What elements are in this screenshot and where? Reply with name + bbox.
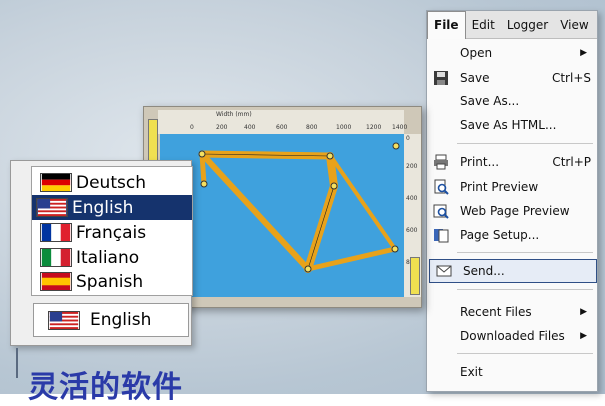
menu-item-label: Open [460,46,493,60]
x-tick-label: 400 [244,124,256,131]
menu-item-label: Save As... [460,94,520,108]
menu-item-print-preview[interactable]: Print Preview [427,176,597,198]
x-tick-label: 1200 [366,124,382,131]
list-item-francais[interactable]: Français [36,220,190,245]
language-list[interactable]: Deutsch English Français Italiano Spanis… [31,166,193,296]
flag-spain-icon [40,272,72,291]
language-label: Italiano [76,247,140,268]
menu-logger[interactable]: Logger [501,11,554,38]
menu-item-label: Downloaded Files [460,329,565,343]
print-icon [434,154,448,170]
menu-item-web-page-preview[interactable]: Web Page Preview [427,200,597,222]
divider [16,348,18,378]
x-tick-label: 800 [306,124,318,131]
list-item-italiano[interactable]: Italiano [36,245,190,270]
menubar: File Edit Logger View [427,10,597,39]
list-item-spanish[interactable]: Spanish [36,269,190,294]
language-label: English [72,197,134,218]
menu-separator [457,353,593,354]
menu-item-recent-files[interactable]: Recent Files ▶ [427,301,597,323]
submenu-arrow-icon: ▶ [580,331,587,341]
file-menu: File Edit Logger View Open ▶ Save Ctrl+S… [426,10,598,392]
list-item-english[interactable]: English [32,195,192,220]
menu-item-page-setup[interactable]: Page Setup... [427,224,597,246]
menu-edit[interactable]: Edit [466,11,501,38]
list-item-deutsch[interactable]: Deutsch [36,170,190,195]
x-tick-label: 600 [276,124,288,131]
shortcut-label: Ctrl+P [552,155,591,169]
language-label: Français [76,222,147,243]
left-axis-label-box [148,119,158,165]
seat-post [199,151,207,187]
y-tick-label: 600 [406,227,418,234]
submenu-arrow-icon: ▶ [580,307,587,317]
menu-separator [457,143,593,144]
menu-item-print[interactable]: Print... Ctrl+P [427,151,597,173]
ruler-label: Width (mm) [216,111,252,118]
flag-usa-icon [48,310,80,330]
flag-germany-icon [40,173,72,192]
drawing-canvas[interactable] [160,134,404,297]
menu-item-label: Print... [460,155,500,169]
menu-item-label: Save As HTML... [460,118,557,132]
web-preview-icon [433,204,449,219]
y-tick-label: 200 [406,163,418,170]
x-tick-label: 1400 [392,124,408,131]
x-tick-label: 200 [216,124,228,131]
y-tick-label: 0 [406,135,410,142]
menu-view[interactable]: View [554,11,594,38]
caption-text: 灵活的软件 [28,370,183,405]
seat-tube [199,151,311,272]
submenu-arrow-icon: ▶ [580,48,587,58]
language-label: Deutsch [76,172,146,193]
top-ruler: Width (mm) 0 200 400 600 800 1000 1200 1… [158,110,408,134]
menu-item-label: Exit [460,365,483,379]
print-preview-icon [434,179,449,195]
language-combo[interactable]: English [33,303,189,337]
menu-separator [457,289,593,290]
menu-item-save-as[interactable]: Save As... [427,90,597,112]
menu-separator [457,252,593,253]
language-label: Spanish [76,271,144,292]
menu-item-send[interactable]: Send... [429,259,597,283]
menu-file[interactable]: File [427,10,466,39]
right-axis-label-box [410,257,420,295]
send-icon [436,265,452,277]
bike-frame-drawing [198,142,400,273]
chain-stay [305,246,398,272]
menu-item-downloaded-files[interactable]: Downloaded Files ▶ [427,325,597,347]
menu-item-label: Recent Files [460,305,532,319]
page-setup-icon [434,229,449,243]
menu-item-label: Send... [463,264,505,278]
menu-item-exit[interactable]: Exit [427,361,597,383]
menu-item-label: Web Page Preview [460,204,570,218]
flag-italy-icon [40,248,72,267]
x-tick-label: 0 [190,124,194,131]
save-icon [434,71,448,85]
seat-stay [330,156,397,251]
language-panel: Deutsch English Français Italiano Spanis… [10,160,193,346]
flag-france-icon [40,223,72,242]
combo-value: English [90,310,152,330]
menu-item-save-as-html[interactable]: Save As HTML... [427,114,597,136]
x-tick-label: 1000 [336,124,352,131]
menu-item-label: Page Setup... [460,228,540,242]
menu-item-label: Save [460,71,490,85]
shortcut-label: Ctrl+S [551,71,591,85]
flag-usa-icon [36,198,68,217]
menu-item-label: Print Preview [460,180,539,194]
menu-item-open[interactable]: Open ▶ [427,42,597,64]
y-tick-label: 400 [406,195,418,202]
menu-item-save[interactable]: Save Ctrl+S [427,67,597,89]
